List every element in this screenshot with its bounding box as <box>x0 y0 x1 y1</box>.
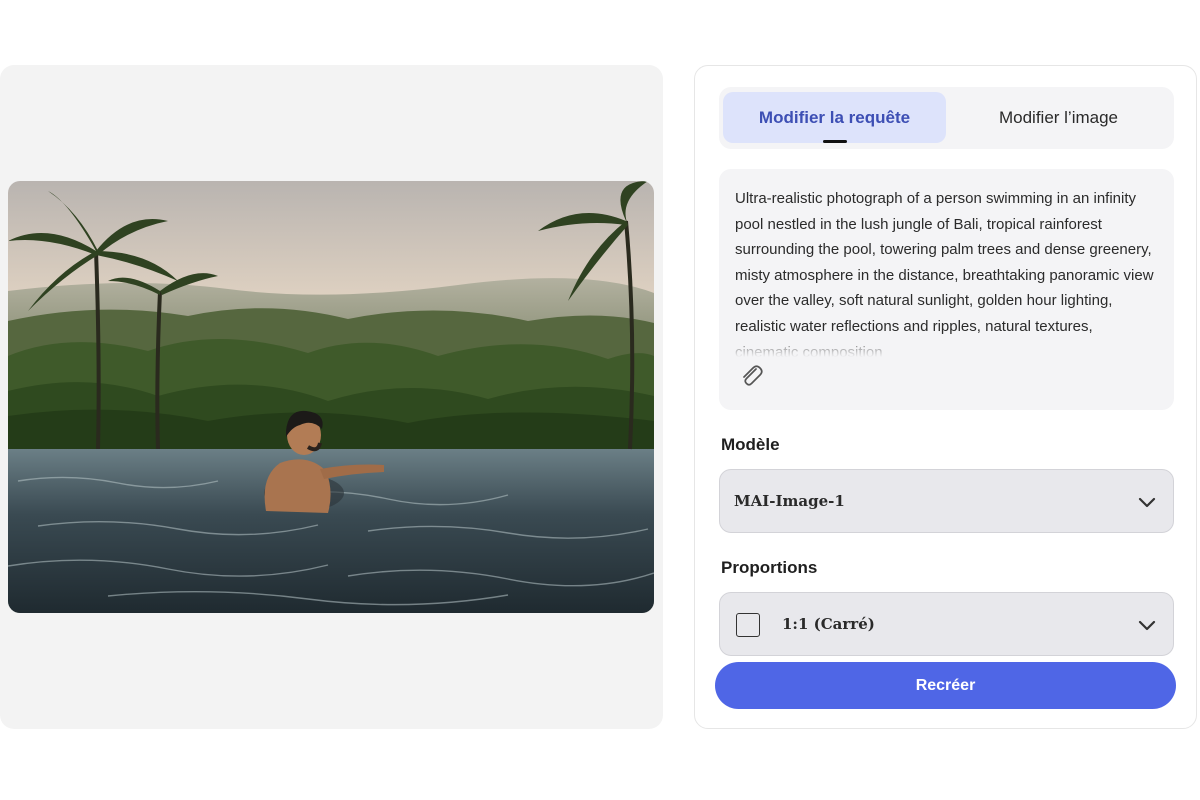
model-select[interactable]: MAI-Image-1 <box>719 469 1174 533</box>
recreate-button[interactable]: Recréer <box>715 662 1176 709</box>
aspect-label: Proportions <box>721 558 818 577</box>
prompt-editor[interactable]: Ultra-realistic photograph of a person s… <box>719 169 1174 410</box>
model-label: Modèle <box>721 435 780 454</box>
edit-panel: Modifier la requête Modifier l’image Ult… <box>694 65 1197 729</box>
chevron-down-icon <box>1138 497 1156 508</box>
paperclip-icon[interactable] <box>737 361 767 391</box>
generated-image[interactable] <box>8 181 654 613</box>
tab-edit-image[interactable]: Modifier l’image <box>947 92 1170 143</box>
aspect-select-value: 1:1 (Carré) <box>782 615 875 633</box>
aspect-select[interactable]: 1:1 (Carré) <box>719 592 1174 656</box>
tab-edit-prompt[interactable]: Modifier la requête <box>723 92 946 143</box>
chevron-down-icon <box>1138 620 1156 631</box>
image-preview-panel <box>0 65 663 729</box>
square-ratio-icon <box>736 613 760 637</box>
model-select-value: MAI-Image-1 <box>734 492 845 510</box>
mode-tabs: Modifier la requête Modifier l’image <box>719 87 1174 149</box>
prompt-text[interactable]: Ultra-realistic photograph of a person s… <box>735 186 1155 357</box>
